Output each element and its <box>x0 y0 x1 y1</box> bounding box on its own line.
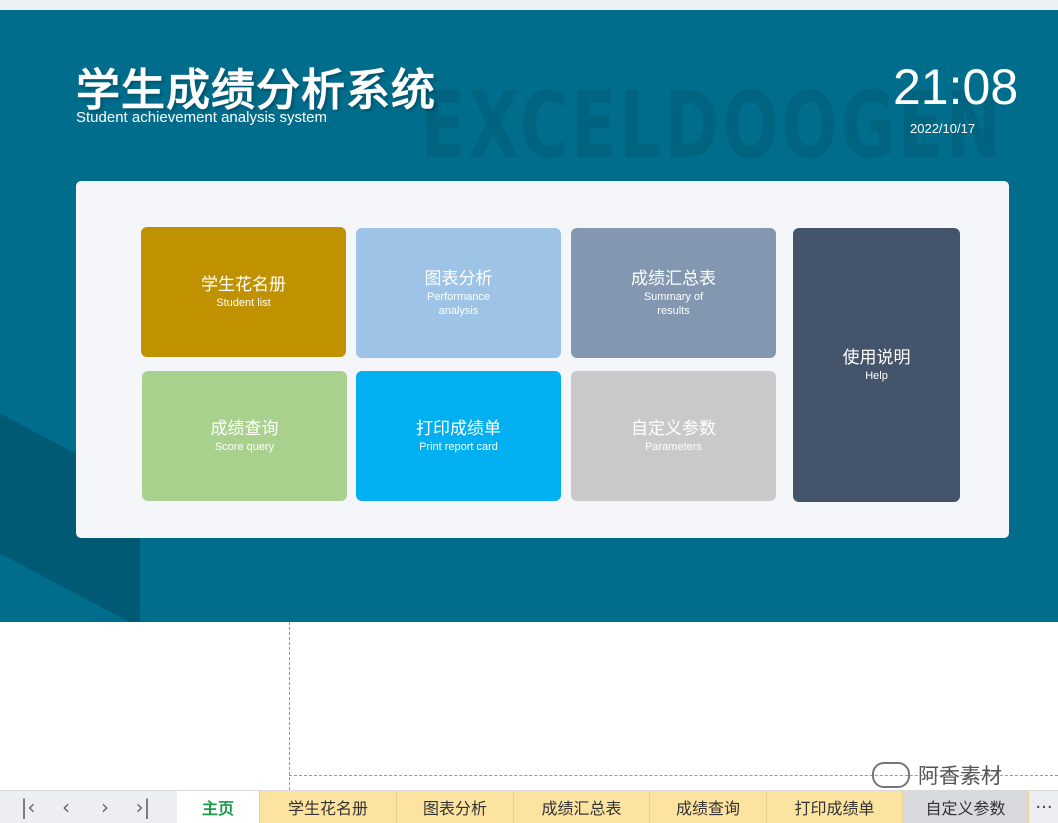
tile-label: 图表分析 <box>424 269 493 289</box>
tile-student-list[interactable]: 学生花名册 Student list <box>141 227 346 357</box>
tab-score-query[interactable]: 成绩查询 <box>650 791 767 823</box>
spreadsheet-grid[interactable]: 阿香素材 <box>0 622 1058 790</box>
wechat-icon <box>872 762 910 788</box>
tile-chart-analysis[interactable]: 图表分析 Performance analysis <box>356 228 561 358</box>
tile-sublabel: Student list <box>216 297 271 309</box>
tile-label: 打印成绩单 <box>416 419 501 439</box>
tile-label: 成绩查询 <box>210 419 279 439</box>
tile-label: 成绩汇总表 <box>631 269 716 289</box>
page-subtitle: Student achievement analysis system <box>76 109 327 126</box>
tab-parameters[interactable]: 自定义参数 <box>903 791 1029 823</box>
tab-chart-analysis[interactable]: 图表分析 <box>397 791 514 823</box>
tile-score-query[interactable]: 成绩查询 Score query <box>142 371 347 501</box>
brand-watermark-text: 阿香素材 <box>918 764 1002 788</box>
tile-label: 自定义参数 <box>631 419 716 439</box>
tile-sublabel: Print report card <box>419 441 498 453</box>
more-sheets-icon[interactable]: ··· <box>1030 791 1058 823</box>
tab-home[interactable]: 主页 <box>177 791 260 823</box>
tab-print-report[interactable]: 打印成绩单 <box>767 791 903 823</box>
tile-sublabel: Score query <box>214 441 275 453</box>
clock-time: 21:08 <box>893 59 1019 115</box>
tile-sublabel: Summary of results <box>643 291 704 317</box>
tile-summary-results[interactable]: 成绩汇总表 Summary of results <box>571 228 776 358</box>
tile-sublabel: Parameters <box>645 441 702 453</box>
tab-summary-results[interactable]: 成绩汇总表 <box>514 791 650 823</box>
tile-parameters[interactable]: 自定义参数 Parameters <box>571 371 776 501</box>
tile-label: 使用说明 <box>842 348 911 368</box>
tile-sublabel: Performance analysis <box>427 291 490 317</box>
tile-label: 学生花名册 <box>201 275 286 295</box>
sheet-tab-bar: |‹ ‹ › ›| 主页 学生花名册 图表分析 成绩汇总表 成绩查询 打印成绩单… <box>0 790 1058 823</box>
page-break-vertical <box>289 622 290 790</box>
tile-sublabel: Help <box>865 370 888 382</box>
first-sheet-icon[interactable]: |‹ <box>16 795 40 819</box>
tile-print-report[interactable]: 打印成绩单 Print report card <box>356 371 561 501</box>
dashboard-banner: EXCELDOOGEN 学生成绩分析系统 Student achievement… <box>0 10 1058 622</box>
top-strip <box>0 0 1058 10</box>
tab-student-list[interactable]: 学生花名册 <box>260 791 397 823</box>
next-sheet-icon[interactable]: › <box>93 795 117 819</box>
clock-date: 2022/10/17 <box>910 121 976 136</box>
last-sheet-icon[interactable]: ›| <box>131 795 155 819</box>
brand-watermark: 阿香素材 <box>872 760 1002 790</box>
prev-sheet-icon[interactable]: ‹ <box>54 795 78 819</box>
tile-help[interactable]: 使用说明 Help <box>793 228 960 502</box>
menu-panel: 学生花名册 Student list 图表分析 Performance anal… <box>76 181 1009 538</box>
